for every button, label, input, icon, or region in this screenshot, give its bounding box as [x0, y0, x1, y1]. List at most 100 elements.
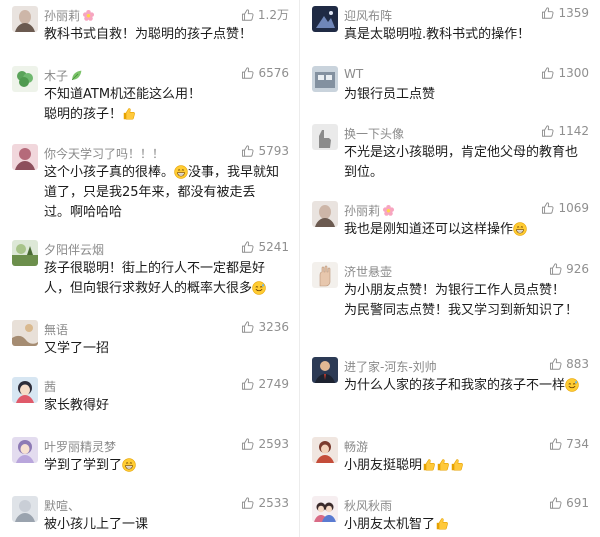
like-count: 6576 [258, 66, 289, 80]
avatar[interactable] [12, 377, 38, 403]
like-count: 1300 [558, 66, 589, 80]
thumbs-up-outline-icon [241, 8, 255, 22]
avatar[interactable] [312, 437, 338, 463]
comments-column-right: 迎风布阵 1359 真是太聪明啦.教科书式的操作！ WT 1300 为银行员工点… [300, 0, 600, 537]
comment-text: 教科书式自救！为聪明的孩子点赞！ [44, 27, 253, 42]
like-count: 1.2万 [257, 8, 289, 22]
avatar[interactable] [312, 357, 338, 383]
avatar[interactable] [12, 66, 38, 92]
like-button[interactable]: 883 [549, 357, 589, 371]
like-button[interactable]: 1142 [541, 124, 589, 138]
grin-emoji-icon [174, 165, 188, 179]
thumbs-up-outline-icon [241, 240, 255, 254]
like-count: 2749 [258, 377, 289, 391]
username[interactable]: 济世悬壶 [344, 263, 392, 280]
like-button[interactable]: 6576 [241, 66, 289, 80]
thumbs-up-outline-icon [241, 66, 255, 80]
avatar[interactable] [12, 144, 38, 170]
avatar[interactable] [12, 496, 38, 522]
avatar[interactable] [312, 6, 338, 32]
comment-text: 学到了学到了 [44, 456, 280, 476]
comment-text: 不光是这小孩聪明，肯定他父母的教育也到位。 [344, 145, 579, 180]
like-button[interactable]: 2533 [241, 496, 289, 510]
username[interactable]: 你今天学习了吗！！！ [44, 145, 164, 162]
username[interactable]: 默喧、 [44, 497, 80, 514]
thumbs-up-outline-icon [241, 496, 255, 510]
like-button[interactable]: 734 [549, 437, 589, 451]
like-button[interactable]: 2593 [241, 437, 289, 451]
like-button[interactable]: 926 [549, 262, 589, 276]
like-count: 1142 [558, 124, 589, 138]
avatar[interactable] [312, 262, 338, 288]
like-count: 2533 [258, 496, 289, 510]
thumbs-up-outline-icon [549, 357, 563, 371]
username[interactable]: 畅游 [344, 438, 368, 455]
comment-text: 为什么人家的孩子和我家的孩子不一样 [344, 376, 580, 396]
flower-badge-icon [382, 204, 395, 217]
like-count: 734 [566, 437, 589, 451]
like-count: 883 [566, 357, 589, 371]
username[interactable]: 孙丽莉 [44, 7, 95, 24]
comment-text: 小朋友太机智了 [344, 515, 580, 535]
like-count: 5793 [258, 144, 289, 158]
like-button[interactable]: 1359 [541, 6, 589, 20]
avatar[interactable] [12, 437, 38, 463]
thumbs-up-outline-icon [541, 124, 555, 138]
thumbs-up-outline-icon [541, 66, 555, 80]
thumbs-up-emoji-icon [122, 107, 136, 121]
thumbs-up-emoji-icon [435, 517, 449, 531]
avatar[interactable] [312, 201, 338, 227]
like-count: 691 [566, 496, 589, 510]
comment-text: 被小孩儿上了一课 [44, 517, 149, 532]
like-button[interactable]: 1.2万 [241, 6, 289, 23]
like-count: 3236 [258, 320, 289, 334]
comment-text: 真是太聪明啦.教科书式的操作！ [344, 27, 531, 42]
username[interactable]: 进了家-河东-刘帅 [344, 358, 437, 375]
like-button[interactable]: 1069 [541, 201, 589, 215]
avatar[interactable] [312, 124, 338, 150]
grin-emoji-icon [122, 458, 136, 472]
thumbs-up-emoji-icon [450, 458, 464, 472]
thumbs-up-outline-icon [549, 262, 563, 276]
username[interactable]: WT [344, 67, 363, 81]
username[interactable]: 迎风布阵 [344, 7, 392, 24]
avatar[interactable] [12, 240, 38, 266]
comment-text: 又学了一招 [44, 341, 110, 356]
username[interactable]: 叶罗丽精灵梦 [44, 438, 116, 455]
thumbs-up-outline-icon [541, 201, 555, 215]
comment-wall: 孙丽莉 1.2万 教科书式自救！为聪明的孩子点赞！ 木子 6576 不知道ATM… [0, 0, 600, 537]
username[interactable]: 夕阳伴云烟 [44, 241, 104, 258]
leaf-badge-icon [70, 69, 83, 82]
like-button[interactable]: 1300 [541, 66, 589, 80]
comment-text: 我也是刚知道还可以这样操作 [344, 220, 580, 240]
thumbs-up-outline-icon [241, 144, 255, 158]
username[interactable]: 孙丽莉 [344, 202, 395, 219]
like-button[interactable]: 2749 [241, 377, 289, 391]
comment-text: 不知道ATM机还能这么用！ 聪明的孩子！ [44, 87, 202, 122]
thumbs-up-emoji-icon [436, 458, 450, 472]
like-count: 1359 [558, 6, 589, 20]
comment-text: 孩子很聪明！街上的行人不一定都是好人，但向银行求救好人的概率大很多 [44, 261, 266, 296]
avatar[interactable] [12, 6, 38, 32]
avatar[interactable] [312, 496, 338, 522]
comment-text: 为银行员工点赞 [344, 87, 436, 102]
sweat-smile-emoji-icon [565, 378, 579, 392]
like-button[interactable]: 5241 [241, 240, 289, 254]
avatar[interactable] [12, 320, 38, 346]
avatar[interactable] [312, 66, 338, 92]
like-button[interactable]: 5793 [241, 144, 289, 158]
like-button[interactable]: 691 [549, 496, 589, 510]
username[interactable]: 秋风秋雨 [344, 497, 392, 514]
thumbs-up-outline-icon [241, 320, 255, 334]
comment-text: 这个小孩子真的很棒。 没事，我早就知道了，只是我25年来，都没有被走丢过。啊哈哈哈 [44, 165, 280, 220]
like-button[interactable]: 3236 [241, 320, 289, 334]
thumbs-up-outline-icon [241, 377, 255, 391]
like-count: 926 [566, 262, 589, 276]
username[interactable]: 無语 [44, 321, 68, 338]
like-count: 5241 [258, 240, 289, 254]
comments-column-left: 孙丽莉 1.2万 教科书式自救！为聪明的孩子点赞！ 木子 6576 不知道ATM… [0, 0, 300, 537]
username[interactable]: 木子 [44, 67, 83, 84]
username[interactable]: 换一下头像 [344, 125, 404, 142]
username[interactable]: 茜 [44, 378, 56, 395]
comment-text: 小朋友挺聪明 [344, 456, 580, 476]
